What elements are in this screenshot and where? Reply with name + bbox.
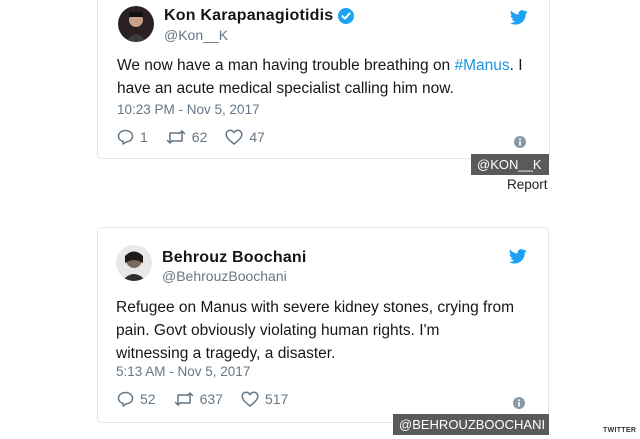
hashtag-link[interactable]: #Manus [455, 57, 510, 74]
like-count: 47 [249, 129, 265, 145]
report-link[interactable]: Report [507, 177, 548, 192]
tweet-text-part: We now have a man having trouble breathi… [117, 57, 455, 74]
photo-credit: @BEHROUZBOOCHANI [393, 414, 549, 435]
timestamp[interactable]: 10:23 PM - Nov 5, 2017 [117, 102, 260, 117]
reply-icon [117, 129, 134, 145]
reply-count: 52 [140, 391, 156, 407]
display-name[interactable]: Behrouz Boochani [162, 249, 307, 267]
like-count: 517 [264, 391, 289, 407]
like-icon [241, 391, 259, 407]
user-handle[interactable]: @Kon__K [164, 27, 228, 43]
reply-count: 1 [140, 129, 148, 145]
retweet-icon [174, 392, 193, 406]
retweet-count: 62 [191, 129, 208, 145]
tweet-card-kon: Kon Karapanagiotidis @Kon__K We now have… [97, 0, 550, 159]
tweet-text: We now have a man having trouble breathi… [117, 54, 527, 100]
user-handle[interactable]: @BehrouzBoochani [162, 268, 287, 284]
like-icon [225, 129, 243, 145]
retweet-count: 637 [199, 391, 223, 407]
reply-icon [117, 391, 134, 407]
photo-credit: @KON__K [471, 154, 549, 175]
display-name[interactable]: Kon Karapanagiotidis [164, 7, 333, 25]
avatar[interactable] [116, 245, 152, 281]
info-icon[interactable] [514, 135, 526, 153]
info-icon[interactable] [513, 396, 525, 414]
like-button[interactable]: 517 [241, 391, 288, 407]
reply-button[interactable]: 1 [117, 129, 148, 145]
like-button[interactable]: 47 [225, 129, 265, 145]
tweet-card-behrouz: Behrouz Boochani @BehrouzBoochani Refuge… [97, 227, 549, 423]
retweet-button[interactable]: 637 [174, 391, 223, 407]
timestamp[interactable]: 5:13 AM - Nov 5, 2017 [116, 364, 250, 379]
verified-badge-icon [338, 8, 355, 24]
twitter-bird-icon[interactable] [508, 249, 527, 269]
retweet-icon [166, 130, 186, 144]
avatar[interactable] [118, 6, 154, 42]
twitter-bird-icon[interactable] [509, 10, 528, 30]
source-tag: TWITTER [603, 427, 637, 434]
reply-button[interactable]: 52 [117, 391, 156, 407]
tweet-text: Refugee on Manus with severe kidney ston… [116, 299, 515, 362]
retweet-button[interactable]: 62 [166, 129, 208, 145]
